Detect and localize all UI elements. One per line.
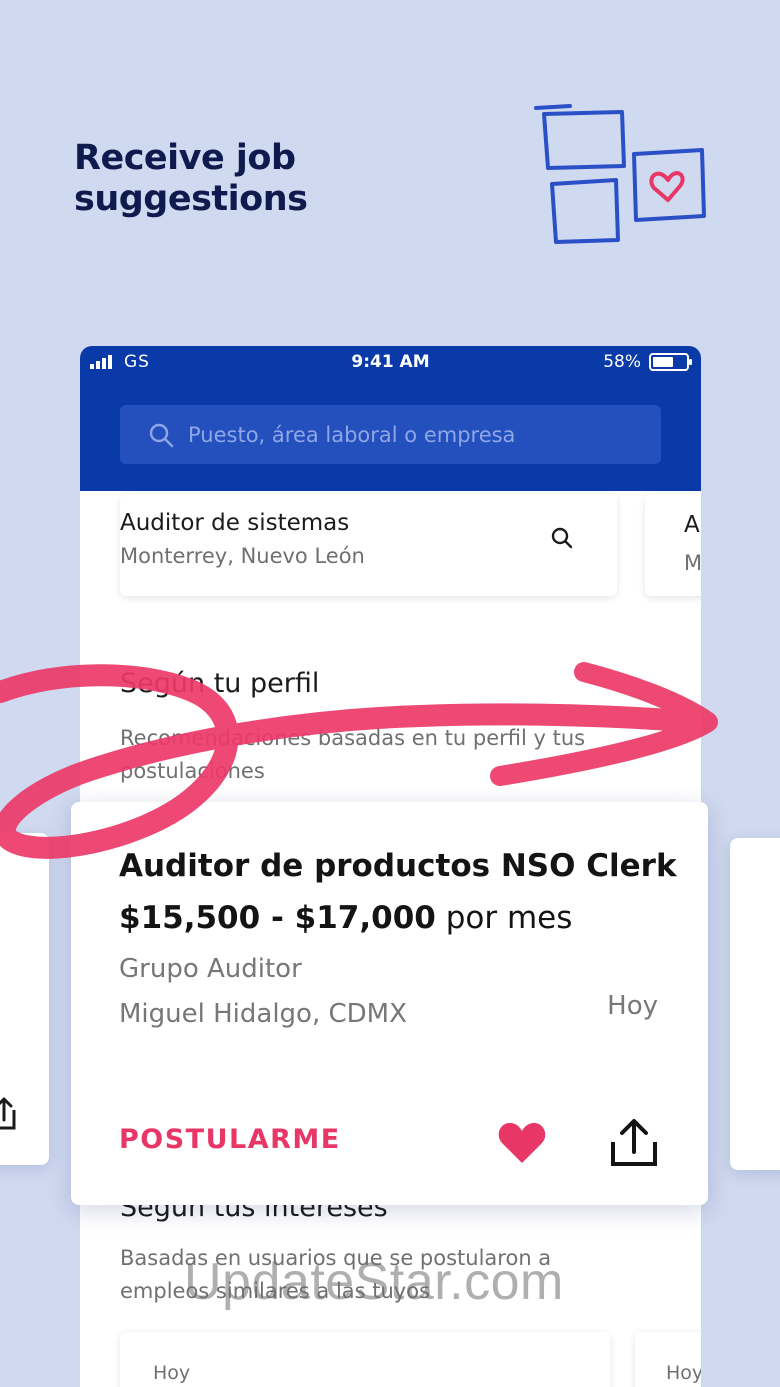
salary-range: $15,500 - $17,000 (119, 900, 436, 936)
job-company: Grupo Auditor (119, 954, 302, 984)
section-profile-title: Según tu perfil (120, 668, 320, 699)
job-card-peek-right[interactable] (730, 838, 780, 1170)
salary-period: por mes (445, 900, 573, 936)
battery-percent: 58% (603, 352, 641, 372)
battery-icon (649, 353, 692, 371)
job-posted-date: Hoy (607, 991, 658, 1021)
app-header: GS 9:41 AM 58% Puesto, área laboral o em… (80, 346, 701, 491)
recent-search-title: Auditor de sistemas (120, 510, 350, 536)
recent-search-location: Monterrey, Nuevo León (120, 544, 365, 568)
mini-card-date: Hoy (666, 1362, 701, 1384)
share-icon[interactable] (0, 1096, 20, 1132)
section-profile-description: Recomendaciones basadas en tu perfil y t… (120, 726, 586, 783)
headline-line-1: Receive job (74, 138, 296, 178)
onboarding-headline: Receive job suggestions (74, 138, 308, 220)
mini-card-date: Hoy (153, 1362, 191, 1384)
watermark-text: UpdateStar.com (184, 1253, 564, 1311)
headline-line-2: suggestions (74, 179, 308, 219)
featured-job-card[interactable]: Auditor de productos NSO Clerk $15,500 -… (71, 802, 708, 1205)
peek-card-title: A (684, 512, 700, 538)
search-placeholder: Puesto, área laboral o empresa (188, 422, 516, 447)
job-title: Auditor de productos NSO Clerk (119, 848, 677, 884)
job-location: Miguel Hidalgo, CDMX (119, 999, 407, 1029)
status-right: 58% (603, 352, 692, 372)
recent-search-card-peek[interactable] (645, 494, 701, 596)
job-card-mini[interactable] (120, 1332, 610, 1387)
search-icon[interactable] (550, 526, 574, 550)
status-bar: GS 9:41 AM 58% (80, 346, 701, 382)
boxes-heart-doodle-icon (534, 104, 706, 244)
search-icon (148, 422, 174, 448)
peek-card-location: M (684, 551, 701, 575)
job-salary: $15,500 - $17,000 por mes (119, 900, 572, 936)
apply-button[interactable]: POSTULARME (119, 1124, 341, 1155)
search-input[interactable]: Puesto, área laboral o empresa (120, 405, 661, 464)
share-icon[interactable] (609, 1116, 659, 1168)
heart-icon[interactable] (497, 1120, 547, 1166)
